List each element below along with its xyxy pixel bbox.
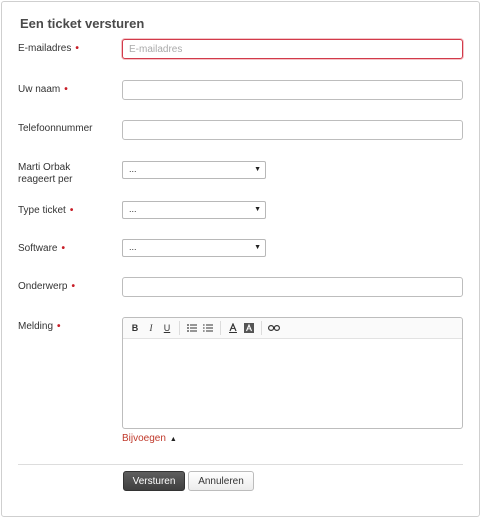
required-marker: •	[61, 243, 65, 254]
form-title: Een ticket versturen	[20, 16, 145, 31]
name-label: Uw naam •	[18, 84, 68, 96]
caret-up-icon: ▲	[169, 436, 177, 443]
underline-button[interactable]: U	[159, 320, 175, 336]
email-label: E-mailadres •	[18, 43, 79, 55]
attach-link[interactable]: Bijvoegen ▲	[122, 433, 177, 444]
cancel-button[interactable]: Annuleren	[188, 471, 254, 491]
software-label-text: Software	[18, 243, 58, 254]
subject-input[interactable]	[122, 277, 463, 297]
phone-input[interactable]	[122, 120, 463, 140]
respond-via-label: Marti Orbak reageert per	[18, 162, 72, 186]
phone-label: Telefoonnummer	[18, 123, 92, 135]
message-text-area[interactable]	[123, 339, 462, 429]
required-marker: •	[75, 43, 79, 54]
software-label: Software •	[18, 243, 65, 255]
required-marker: •	[57, 321, 61, 332]
name-label-text: Uw naam	[18, 84, 61, 95]
message-label: Melding •	[18, 321, 61, 333]
email-input[interactable]	[122, 39, 463, 59]
message-editor[interactable]: B I U	[122, 317, 463, 429]
italic-button[interactable]: I	[143, 320, 159, 336]
required-marker: •	[71, 281, 75, 292]
message-label-text: Melding	[18, 321, 54, 332]
dropdown-arrow-icon: ▼	[254, 206, 261, 213]
ticket-type-value: ...	[129, 204, 137, 214]
required-marker: •	[69, 205, 74, 216]
ticket-form-panel: Een ticket versturen	[1, 1, 480, 517]
respond-via-label-line2: reageert per	[18, 174, 73, 185]
background-color-icon[interactable]	[241, 320, 257, 336]
software-select[interactable]: ... ▼	[122, 239, 266, 257]
required-marker: •	[64, 84, 68, 95]
link-icon[interactable]	[266, 320, 282, 336]
dropdown-arrow-icon: ▼	[254, 166, 261, 173]
name-input[interactable]	[122, 80, 463, 100]
numbered-list-icon[interactable]	[200, 320, 216, 336]
software-value: ...	[129, 242, 137, 252]
attach-label: Bijvoegen	[122, 433, 166, 444]
subject-label-text: Onderwerp	[18, 281, 68, 292]
toolbar-divider	[179, 321, 180, 335]
bold-button[interactable]: B	[127, 320, 143, 336]
respond-via-select[interactable]: ... ▼	[122, 161, 266, 179]
respond-via-label-line1: Marti Orbak	[18, 162, 71, 173]
email-label-text: E-mailadres	[18, 43, 72, 54]
form-divider	[18, 464, 463, 465]
toolbar-divider	[261, 321, 262, 335]
ticket-type-select[interactable]: ... ▼	[122, 201, 266, 219]
dropdown-arrow-icon: ▼	[254, 244, 261, 251]
ticket-type-label: Type ticket •	[18, 205, 73, 217]
font-color-icon[interactable]	[225, 320, 241, 336]
submit-button[interactable]: Versturen	[123, 471, 185, 491]
editor-toolbar: B I U	[123, 318, 462, 339]
toolbar-divider	[220, 321, 221, 335]
ticket-type-label-text: Type ticket	[18, 205, 66, 216]
bullet-list-icon[interactable]	[184, 320, 200, 336]
respond-via-value: ...	[129, 164, 137, 174]
phone-label-text: Telefoonnummer	[18, 123, 93, 134]
subject-label: Onderwerp •	[18, 281, 75, 293]
